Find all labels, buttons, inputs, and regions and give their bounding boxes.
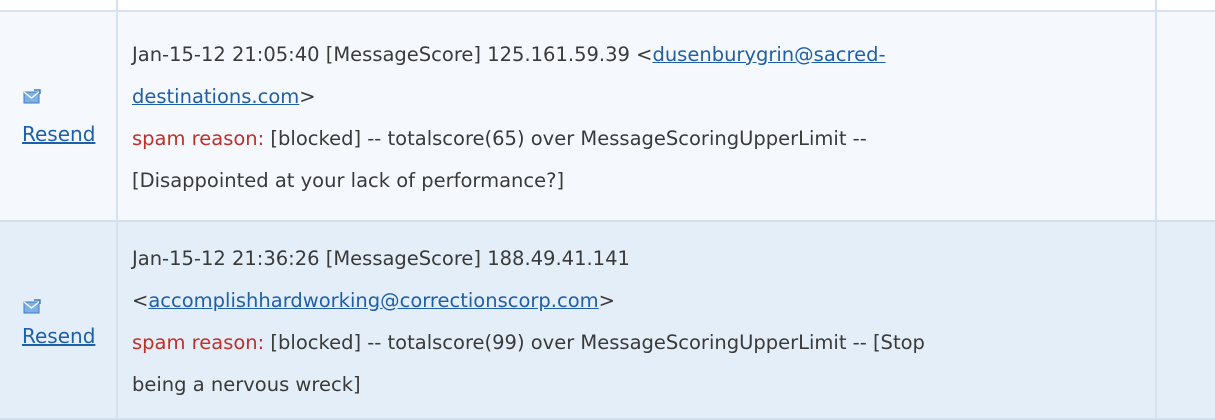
mail-resend-icon[interactable] xyxy=(23,89,41,105)
table-row: Resend Jan-15-12 21:05:40 [MessageScore]… xyxy=(0,12,1215,222)
spam-reason-line: spam reason: [blocked] -- totalscore(65)… xyxy=(132,118,1142,160)
email-close-bracket: > xyxy=(299,85,316,108)
resend-link[interactable]: Resend xyxy=(22,122,95,146)
column-divider xyxy=(116,0,118,420)
spam-reason-subject: being a nervous wreck] xyxy=(132,373,361,396)
action-cell: Resend xyxy=(0,12,116,220)
message-cell: Jan-15-12 21:05:40 [MessageScore] 125.16… xyxy=(132,34,1142,202)
email-close-bracket: > xyxy=(598,289,615,312)
sender-email-link-cont[interactable]: destinations.com xyxy=(132,85,299,108)
table-row: Resend Jan-15-12 21:36:26 [MessageScore]… xyxy=(0,222,1215,420)
grid-header-strip xyxy=(0,0,1215,12)
column-divider xyxy=(1155,0,1157,420)
spam-reason-label: spam reason: xyxy=(132,331,265,354)
message-line-2: <accomplishhardworking@correctionscorp.c… xyxy=(132,280,1142,322)
message-line-2: destinations.com> xyxy=(132,76,1142,118)
mail-resend-icon[interactable] xyxy=(23,299,41,315)
spam-reason-line: spam reason: [blocked] -- totalscore(99)… xyxy=(132,322,1142,364)
email-open-bracket: < xyxy=(132,289,149,312)
spam-reason-text: [blocked] -- totalscore(99) over Message… xyxy=(264,331,925,354)
sender-email-link[interactable]: dusenburygrin@sacred- xyxy=(652,43,885,66)
message-header: Jan-15-12 21:36:26 [MessageScore] 188.49… xyxy=(132,247,630,270)
sender-email-link[interactable]: accomplishhardworking@correctionscorp.co… xyxy=(148,289,598,312)
spam-reason-subject: [Disappointed at your lack of performanc… xyxy=(132,169,565,192)
spam-reason-label: spam reason: xyxy=(132,127,265,150)
quarantine-log-grid: Resend Jan-15-12 21:05:40 [MessageScore]… xyxy=(0,0,1215,420)
message-cell: Jan-15-12 21:36:26 [MessageScore] 188.49… xyxy=(132,238,1142,406)
message-line-1: Jan-15-12 21:05:40 [MessageScore] 125.16… xyxy=(132,34,1142,76)
message-header: Jan-15-12 21:05:40 [MessageScore] 125.16… xyxy=(132,43,653,66)
action-cell: Resend xyxy=(0,222,116,418)
spam-reason-text: [blocked] -- totalscore(65) over Message… xyxy=(264,127,867,150)
resend-link[interactable]: Resend xyxy=(22,324,95,348)
